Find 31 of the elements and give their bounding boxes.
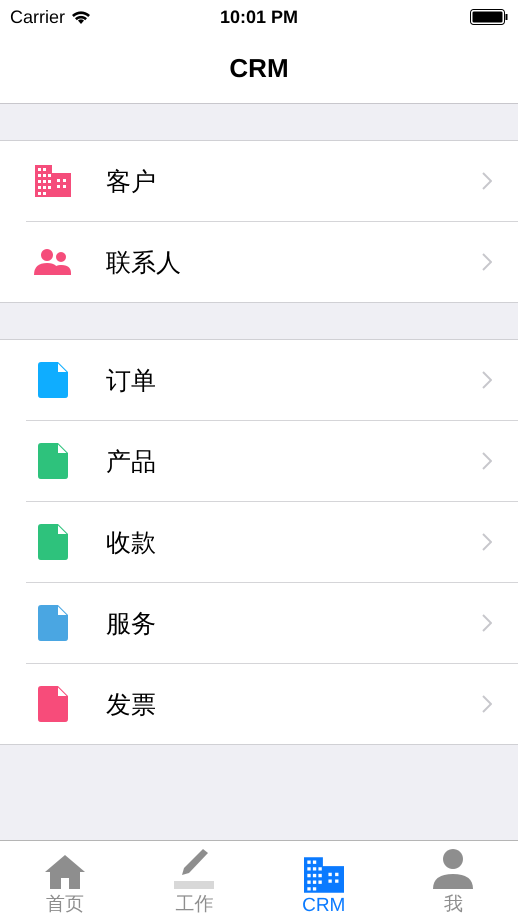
home-icon <box>44 855 85 889</box>
item-label: 客户 <box>106 166 157 198</box>
chevron-icon <box>482 614 492 632</box>
item-label: 产品 <box>106 446 157 478</box>
chevron-icon <box>482 695 492 713</box>
chevron-icon <box>482 172 492 190</box>
item-label: 服务 <box>106 608 157 640</box>
list-item[interactable]: 发票 <box>26 663 518 744</box>
building-icon <box>304 857 344 893</box>
battery-icon <box>470 9 508 25</box>
list-item[interactable]: 收款 <box>26 501 518 582</box>
list-item[interactable]: 订单 <box>0 340 518 420</box>
list-item[interactable]: 产品 <box>26 420 518 501</box>
item-label: 联系人 <box>106 248 182 278</box>
chevron-icon <box>482 452 492 470</box>
item-label: 收款 <box>106 528 157 558</box>
chevron-icon <box>482 533 492 551</box>
carrier-label: Carrier <box>10 6 66 28</box>
wifi-icon <box>71 10 92 24</box>
pencil-icon <box>174 849 214 889</box>
item-label: 发票 <box>106 690 157 720</box>
person-icon <box>433 849 474 889</box>
list-item[interactable]: 联系人 <box>26 221 518 302</box>
list-item[interactable]: 客户 <box>0 141 518 221</box>
list-item[interactable]: 服务 <box>26 582 518 663</box>
item-label: 订单 <box>106 366 157 396</box>
status-time: 10:01 PM <box>218 6 300 28</box>
tab[interactable]: CRM <box>259 841 388 920</box>
chevron-icon <box>482 253 492 271</box>
chevron-icon <box>482 371 492 389</box>
nav-title: CRM <box>229 53 289 84</box>
